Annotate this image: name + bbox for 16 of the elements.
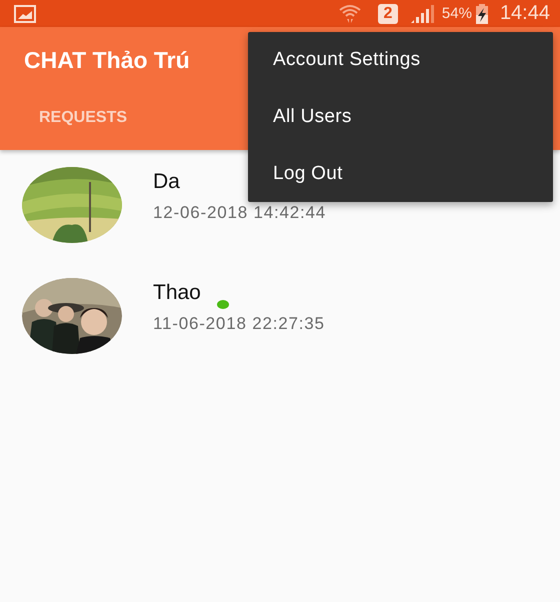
menu-item[interactable]: All Users xyxy=(248,88,553,146)
clock: 14:44 xyxy=(500,2,550,25)
signal-icon xyxy=(410,4,434,24)
app-title: CHAT Thảo Trú xyxy=(24,47,190,75)
gallery-icon xyxy=(14,4,36,22)
menu-item[interactable]: Log Out xyxy=(248,145,553,202)
last-seen-time: 12-06-2018 14:42:44 xyxy=(153,203,326,223)
battery-percent: 54% xyxy=(442,5,472,22)
last-seen-time: 11-06-2018 22:27:35 xyxy=(153,314,325,334)
wifi-icon xyxy=(338,4,362,24)
battery-charging-icon xyxy=(476,4,488,24)
sim-slot-badge: 2 xyxy=(378,4,398,24)
menu-item[interactable]: Account Settings xyxy=(248,32,553,89)
user-row[interactable]: Thao 11-06-2018 22:27:35 xyxy=(0,278,560,389)
user-name: Da xyxy=(153,170,180,194)
user-name: Thao xyxy=(153,281,201,305)
